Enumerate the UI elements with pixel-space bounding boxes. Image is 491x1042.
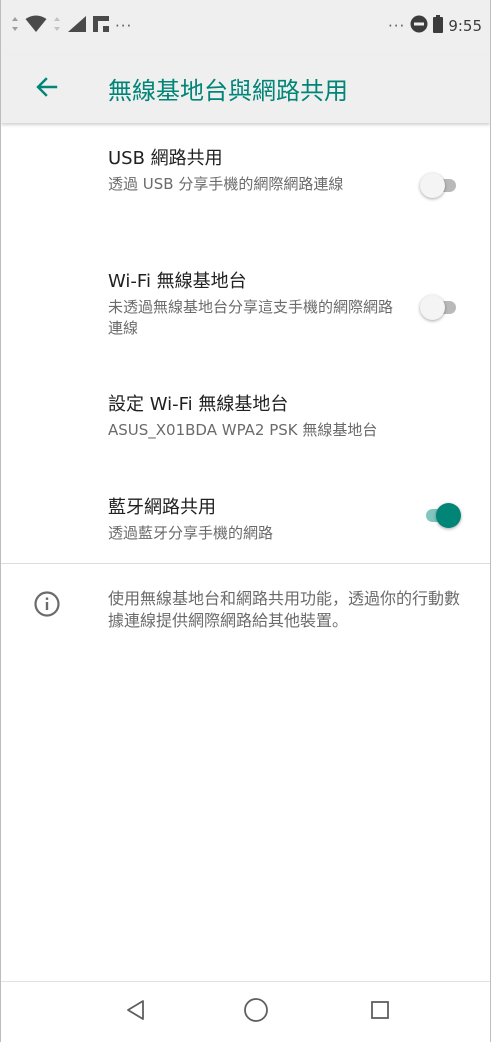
wifi-icon: [25, 15, 47, 37]
status-overflow-left: ···: [115, 17, 133, 35]
pref-text: 藍牙網路共用 透過藍牙分享手機的網路: [108, 496, 398, 544]
signal-icon: [67, 15, 87, 37]
data-arrows-icon: [11, 16, 19, 36]
status-left: ···: [11, 14, 132, 38]
recents-square-icon: [370, 1000, 390, 1024]
usb-tethering-switch[interactable]: [420, 170, 464, 200]
pref-title: USB 網路共用: [108, 148, 223, 169]
flipboard-icon: [93, 16, 109, 36]
info-text: 使用無線基地台和網路共用功能，透過你的行動數據連線提供網際網路給其他裝置。: [108, 589, 461, 630]
battery-icon: [433, 15, 444, 37]
status-right: ··· 9:55: [388, 14, 482, 38]
back-triangle-icon: [125, 999, 147, 1025]
switch-thumb: [420, 295, 445, 320]
pref-summary: 未透過無線基地台分享這支手機的網際網路連線: [108, 298, 394, 337]
status-bar: ··· ··· 9:55: [1, 0, 490, 55]
home-circle-icon: [243, 997, 269, 1027]
pref-text: 設定 Wi-Fi 無線基地台 ASUS_X01BDA WPA2 PSK 無線基地…: [108, 393, 478, 441]
nav-home-button[interactable]: [241, 997, 271, 1027]
arrow-left-icon: [36, 76, 58, 102]
pref-text: USB 網路共用 透過 USB 分享手機的網際網路連線: [108, 147, 398, 195]
status-time: 9:55: [448, 17, 482, 35]
nav-recents-button[interactable]: [365, 997, 395, 1027]
pref-summary: 透過 USB 分享手機的網際網路連線: [108, 175, 344, 193]
nav-back-button[interactable]: [121, 997, 151, 1027]
screen: ··· ··· 9:55 無線基地台與網路共用 USB 網路共用 透過 USB …: [0, 0, 491, 1042]
switch-thumb: [436, 503, 461, 528]
page-title: 無線基地台與網路共用: [108, 77, 348, 105]
pref-summary: ASUS_X01BDA WPA2 PSK 無線基地台: [108, 421, 378, 439]
dnd-icon: [410, 15, 428, 37]
pref-title: 設定 Wi-Fi 無線基地台: [108, 394, 289, 415]
pref-text: Wi-Fi 無線基地台 未透過無線基地台分享這支手機的網際網路連線: [108, 270, 398, 339]
divider: [1, 563, 490, 564]
app-bar: 無線基地台與網路共用: [1, 55, 490, 123]
nav-bar: [1, 981, 490, 1042]
pref-summary: 透過藍牙分享手機的網路: [108, 524, 274, 542]
status-overflow-right: ···: [388, 17, 406, 35]
data-arrows-icon: [53, 16, 61, 36]
pref-title: Wi-Fi 無線基地台: [108, 271, 247, 292]
switch-thumb: [420, 173, 445, 198]
pref-title: 藍牙網路共用: [108, 497, 216, 518]
back-button[interactable]: [27, 69, 67, 109]
info-icon: [33, 590, 61, 618]
wifi-hotspot-switch[interactable]: [420, 292, 464, 322]
bluetooth-tethering-switch[interactable]: [420, 500, 464, 530]
